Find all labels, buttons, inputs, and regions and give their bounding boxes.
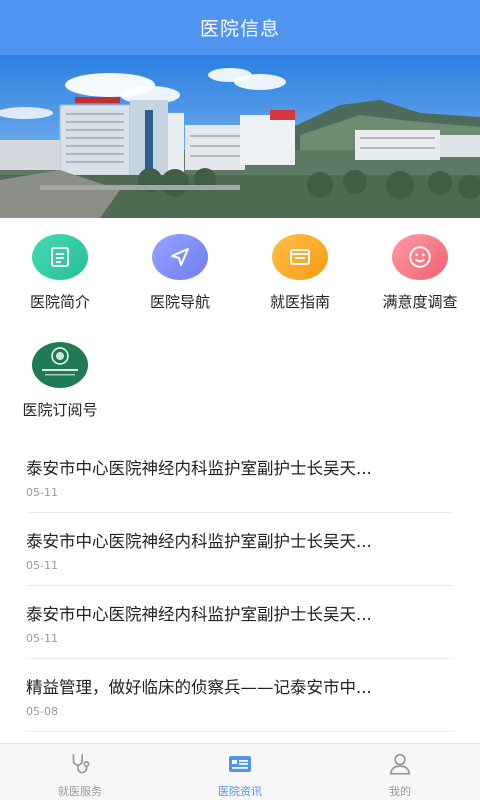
entry-label: 就医指南: [269, 293, 330, 311]
entry-medical-guide[interactable]: 就医指南: [240, 234, 360, 312]
entry-hospital-navigation[interactable]: 医院导航: [120, 234, 240, 312]
news-title: 精益管理，做好临床的侦察兵——记泰安市中...: [26, 678, 372, 697]
tab-medical-service[interactable]: 就医服务: [0, 744, 160, 800]
stethoscope-icon: [67, 751, 93, 781]
news-date: 05-11: [26, 632, 58, 645]
page-title: 医院信息: [199, 18, 280, 40]
function-grid: 医院简介 医院导航 就医指南 满意度调查 医院订阅号: [0, 218, 480, 428]
tab-label: 我的: [389, 785, 411, 798]
news-item[interactable]: 泰安市中心医院神经内科监护室副护士长吴天... 05-11: [26, 513, 454, 586]
news-item[interactable]: 泰安市中心医院神经内科监护室副护士长吴天... 05-11: [26, 440, 454, 513]
smile-icon: [392, 234, 448, 280]
tab-hospital-news[interactable]: 医院资讯: [160, 744, 320, 800]
entry-satisfaction-survey[interactable]: 满意度调查: [360, 234, 480, 312]
bottom-tab-bar: 就医服务 医院资讯 我的: [0, 743, 480, 800]
tab-label: 医院资讯: [218, 785, 262, 798]
news-title: 泰安市中心医院神经内科监护室副护士长吴天...: [26, 459, 372, 478]
news-item[interactable]: 精益管理，做好临床的侦察兵——记泰安市中... 05-08: [26, 659, 454, 732]
hospital-logo-icon: [32, 342, 88, 388]
entry-subscription-account[interactable]: 医院订阅号: [0, 342, 120, 420]
entry-hospital-intro[interactable]: 医院简介: [0, 234, 120, 312]
person-icon: [387, 751, 413, 781]
news-item[interactable]: 泰安市中心医院神经内科监护室副护士长吴天... 05-11: [26, 586, 454, 659]
entry-label: 医院简介: [29, 293, 90, 311]
news-title: 泰安市中心医院神经内科监护室副护士长吴天...: [26, 605, 372, 624]
news-date: 05-08: [26, 705, 58, 718]
hospital-photo: [0, 55, 480, 218]
entry-label: 医院订阅号: [22, 401, 98, 419]
news-icon: [226, 751, 254, 781]
news-title: 泰安市中心医院神经内科监护室副护士长吴天...: [26, 532, 372, 551]
document-icon: [32, 234, 88, 280]
navigation-icon: [152, 234, 208, 280]
entry-label: 满意度调查: [382, 293, 458, 311]
entry-label: 医院导航: [149, 293, 210, 311]
hospital-banner[interactable]: [0, 55, 480, 218]
tab-label: 就医服务: [58, 785, 102, 798]
news-date: 05-11: [26, 486, 58, 499]
news-date: 05-11: [26, 559, 58, 572]
tab-mine[interactable]: 我的: [320, 744, 480, 800]
app-header: 医院信息: [0, 0, 480, 55]
news-list: 泰安市中心医院神经内科监护室副护士长吴天... 05-11 泰安市中心医院神经内…: [26, 440, 454, 732]
guide-icon: [272, 234, 328, 280]
